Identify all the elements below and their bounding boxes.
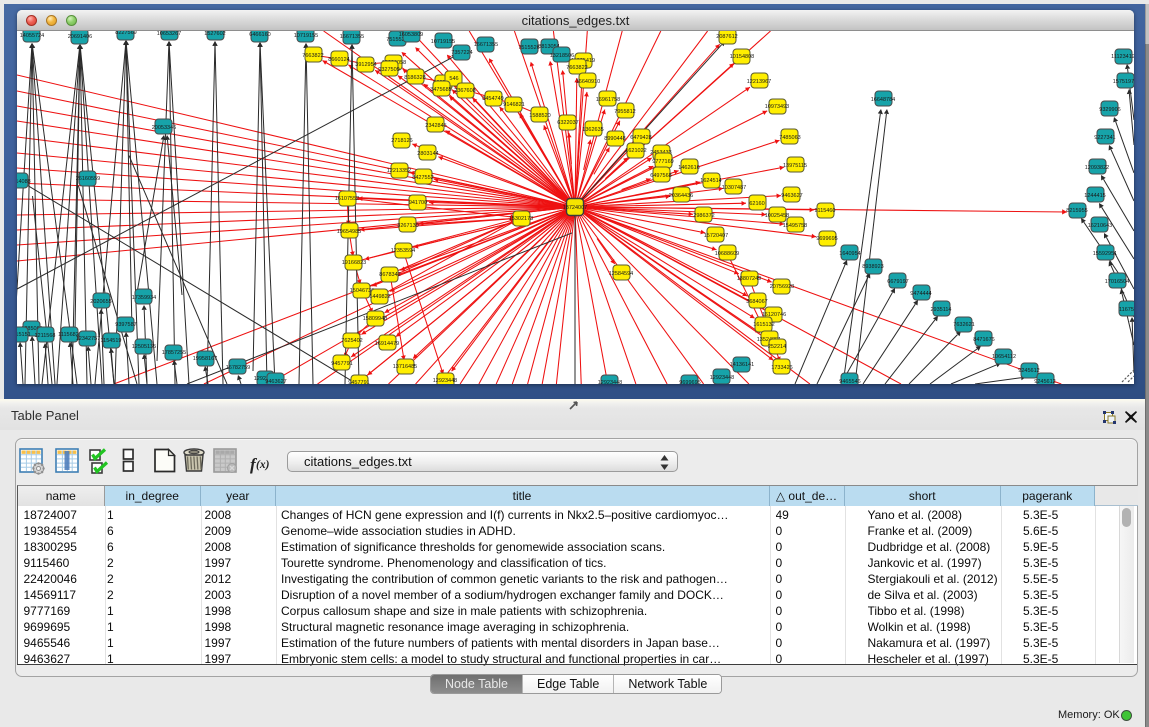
svg-text:(x): (x) xyxy=(256,459,270,471)
